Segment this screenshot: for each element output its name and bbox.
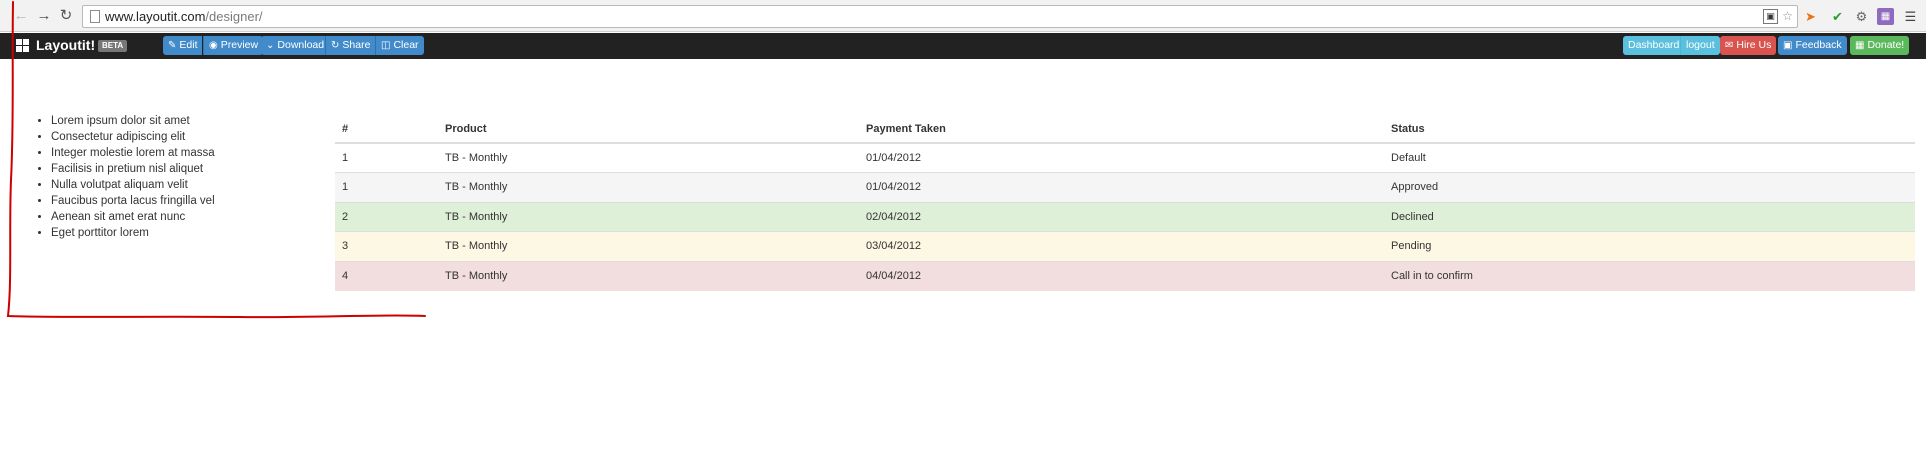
red-annotation-outline	[6, 1, 426, 319]
